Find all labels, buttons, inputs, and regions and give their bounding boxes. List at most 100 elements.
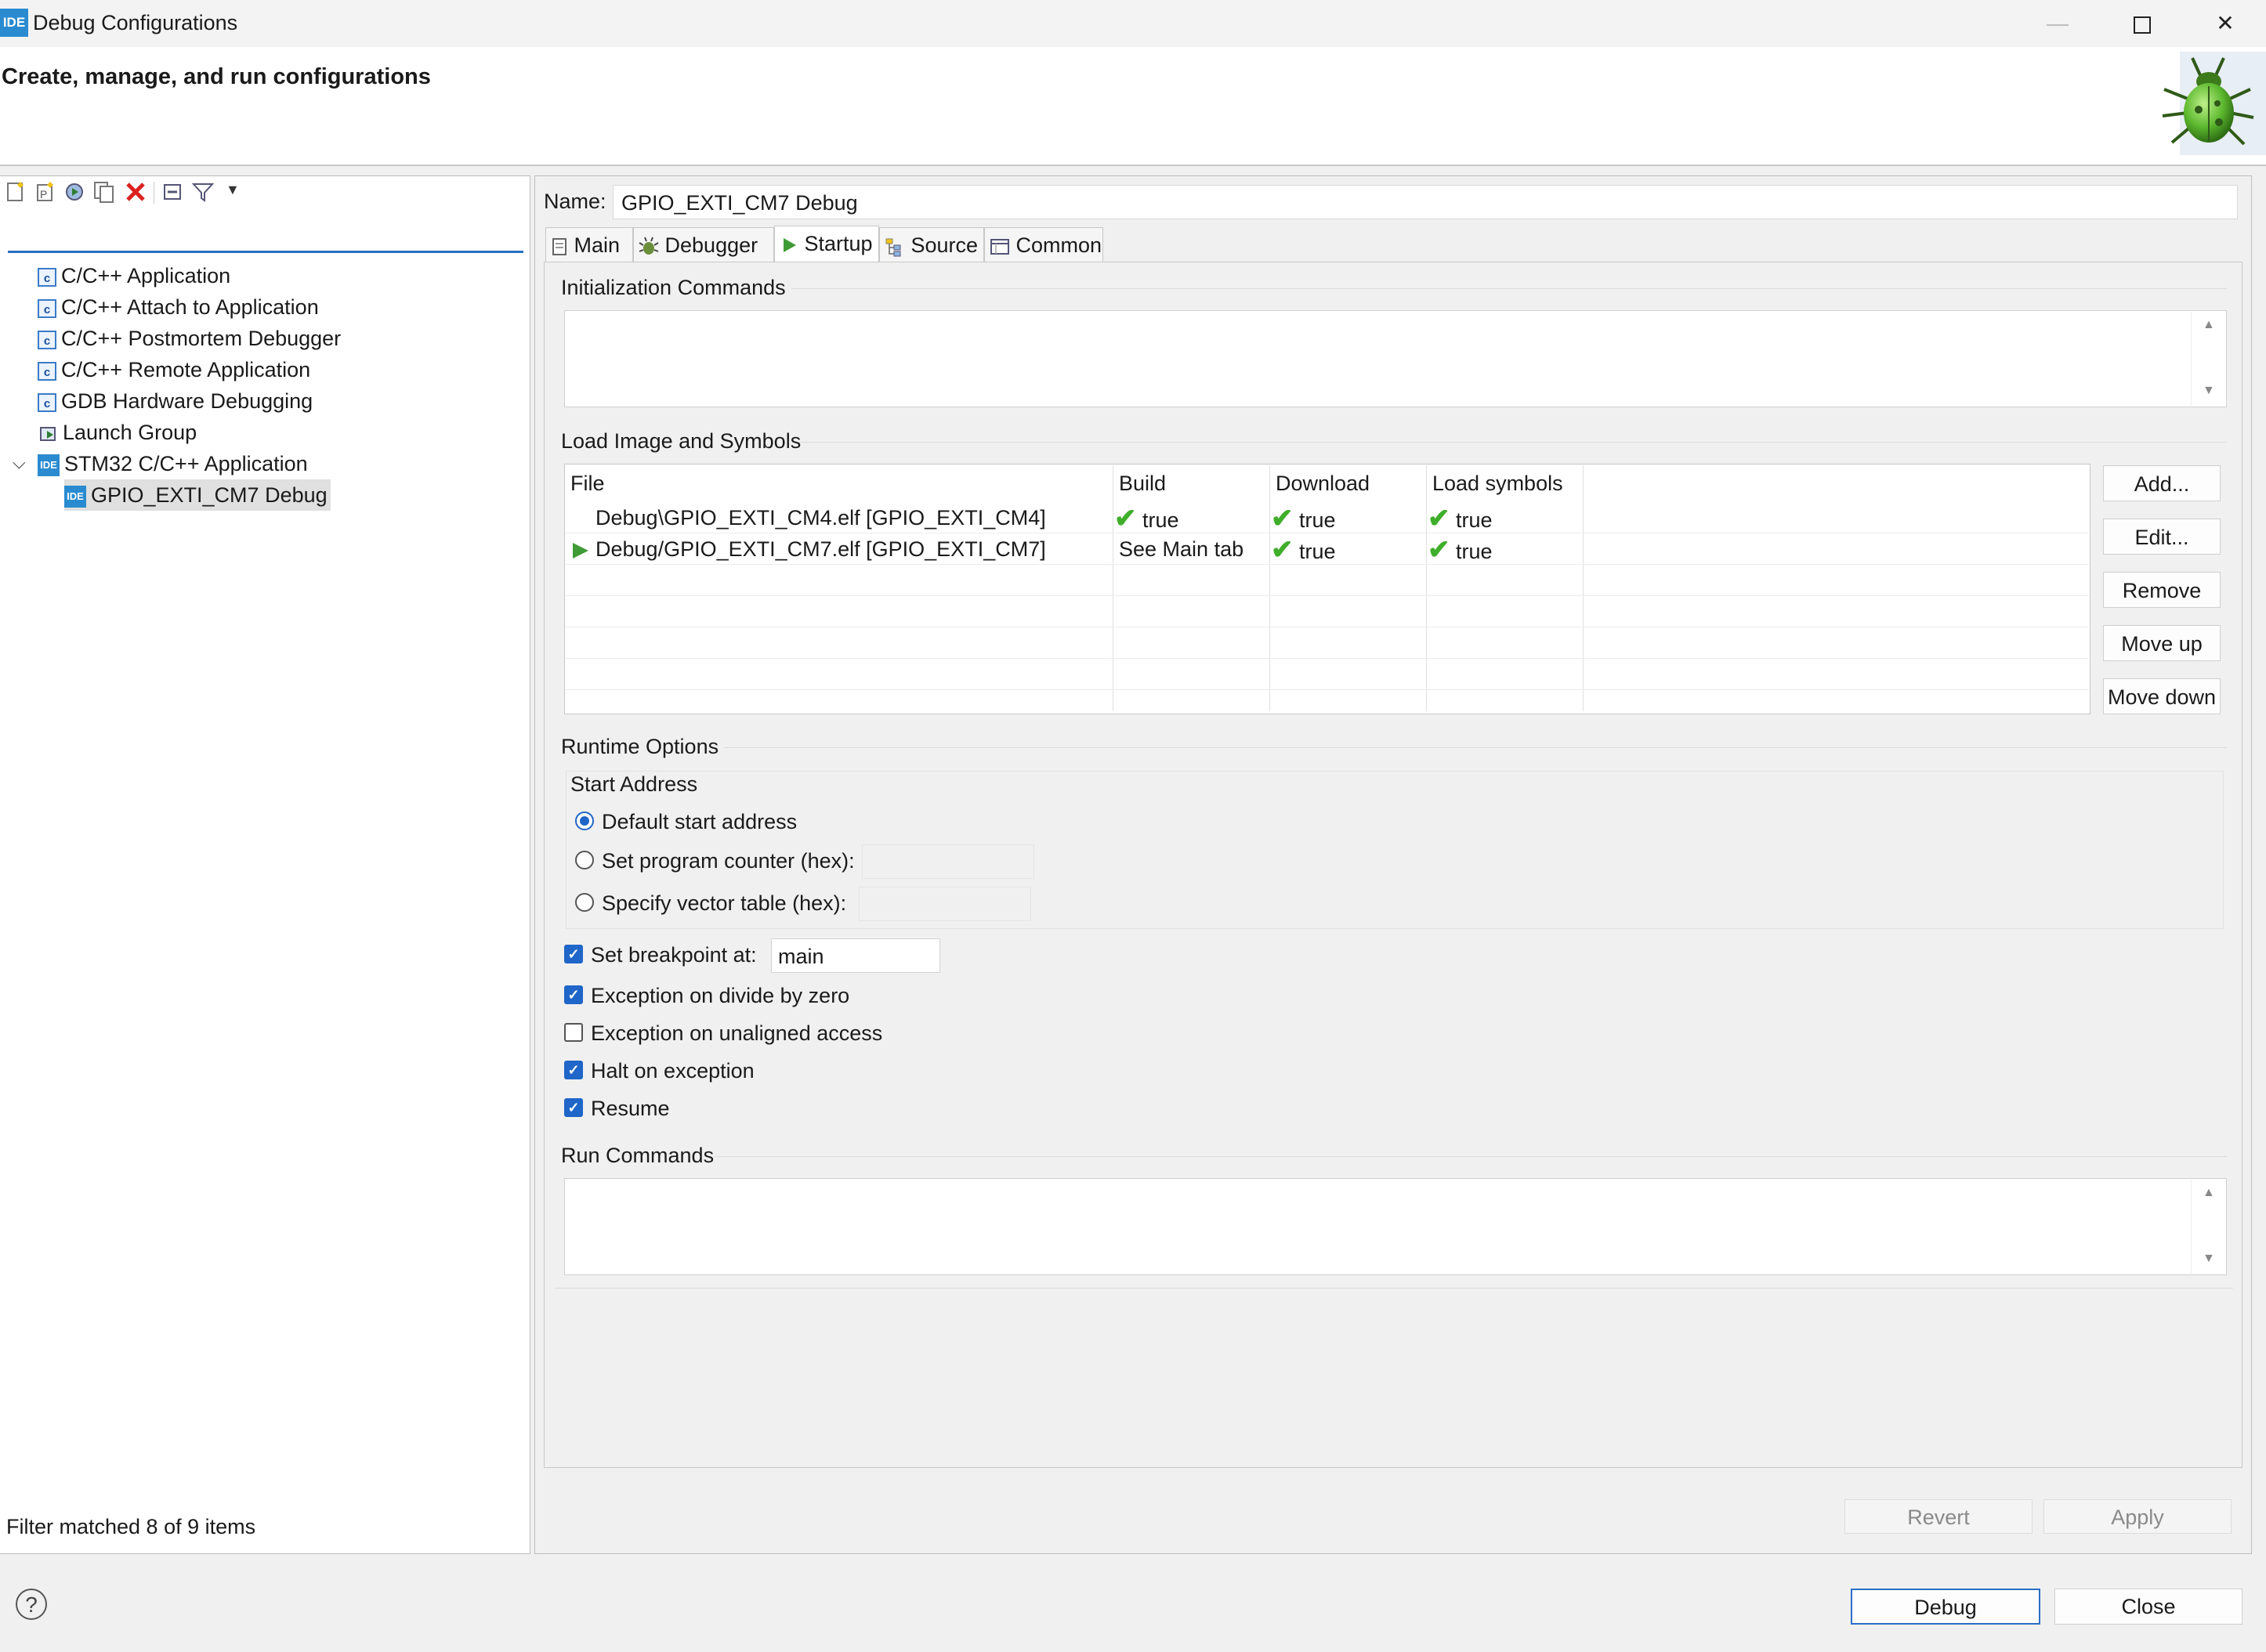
table-row-download[interactable]: ✔ true [1271, 534, 1336, 566]
help-icon[interactable]: ? [16, 1589, 47, 1620]
tab-startup[interactable]: Startup [774, 226, 879, 263]
run-commands-scrollbar[interactable]: ▲ ▼ [2191, 1180, 2226, 1274]
scroll-down-icon[interactable]: ▼ [2203, 384, 2215, 398]
debug-button[interactable]: Debug [1851, 1589, 2040, 1625]
tab-source[interactable]: Source [879, 227, 984, 262]
tree-item-c-application[interactable]: c C/C++ Application [38, 260, 230, 291]
tree-item-c-attach[interactable]: c C/C++ Attach to Application [38, 291, 319, 323]
check-icon: ✔ [1428, 504, 1450, 533]
view-menu-icon[interactable]: ▼ [226, 182, 240, 198]
maximize-button[interactable] [2103, 0, 2181, 47]
delete-icon[interactable] [124, 180, 147, 204]
revert-button[interactable]: Revert [1844, 1499, 2033, 1534]
exception-divide-label: Exception on divide by zero [591, 984, 850, 1007]
tree-item-label: Launch Group [63, 421, 197, 444]
table-row-download[interactable]: ✔ true [1271, 503, 1336, 534]
check-icon: ✔ [1428, 535, 1450, 565]
debugger-tab-icon [639, 237, 659, 255]
new-prototype-icon[interactable]: P [34, 180, 58, 204]
resume-label: Resume [591, 1097, 670, 1120]
group-divider [715, 1156, 2227, 1157]
table-row-symbols[interactable]: ✔ true [1428, 534, 1493, 566]
bug-icon [2162, 52, 2266, 155]
runtime-options-label: Runtime Options [561, 735, 719, 758]
export-icon[interactable] [63, 180, 86, 204]
init-commands-textarea[interactable] [564, 310, 2227, 407]
check-icon: ✔ [1271, 535, 1294, 565]
c-config-icon: c [38, 361, 56, 381]
table-row-build[interactable]: ✔ true [1114, 503, 1179, 534]
table-row-symbols[interactable]: ✔ true [1428, 503, 1493, 534]
table-row-file[interactable]: Debug/GPIO_EXTI_CM7.elf [GPIO_EXTI_CM7] [595, 537, 1046, 562]
group-divider [791, 288, 2227, 289]
edit-button[interactable]: Edit... [2103, 519, 2221, 555]
vector-table-radio[interactable] [575, 893, 594, 912]
group-divider [555, 1288, 2233, 1289]
tab-main[interactable]: Main [545, 227, 633, 262]
new-config-icon[interactable] [5, 180, 28, 204]
filter-input[interactable] [8, 211, 523, 253]
tree-item-label: GDB Hardware Debugging [61, 389, 313, 413]
set-program-counter-radio[interactable] [575, 851, 594, 869]
tree-item-launch-group[interactable]: Launch Group [38, 417, 197, 448]
check-icon: ✔ [1114, 504, 1137, 533]
name-field[interactable]: GPIO_EXTI_CM7 Debug [613, 185, 2238, 219]
collapse-all-icon[interactable] [161, 180, 185, 204]
resume-checkbox[interactable]: ✓ [564, 1098, 583, 1117]
c-config-icon: c [38, 267, 56, 287]
table-row-build[interactable]: See Main tab [1119, 537, 1243, 562]
breakpoint-input[interactable]: main [771, 938, 940, 973]
start-address-label: Start Address [570, 772, 698, 796]
load-image-label: Load Image and Symbols [561, 429, 802, 453]
ide-icon: IDE [64, 485, 86, 508]
tree-item-stm32-application[interactable]: IDE STM32 C/C++ Application [38, 448, 308, 479]
tab-debugger[interactable]: Debugger [633, 227, 774, 262]
default-start-address-radio[interactable] [575, 812, 594, 830]
column-header-build[interactable]: Build [1119, 472, 1166, 496]
scroll-up-icon[interactable]: ▲ [2203, 318, 2215, 332]
column-header-load-symbols[interactable]: Load symbols [1432, 472, 1563, 496]
scroll-down-icon[interactable]: ▼ [2203, 1252, 2215, 1266]
column-divider [1269, 465, 1270, 711]
tree-item-c-remote[interactable]: c C/C++ Remote Application [38, 354, 310, 385]
symbols-value: true [1456, 508, 1493, 532]
add-button[interactable]: Add... [2103, 465, 2221, 501]
tree-item-gdb-hardware[interactable]: c GDB Hardware Debugging [38, 385, 313, 417]
ide-icon: IDE [38, 454, 60, 476]
program-counter-input[interactable] [862, 844, 1034, 879]
halt-on-exception-checkbox[interactable]: ✓ [564, 1061, 583, 1079]
column-header-file[interactable]: File [570, 472, 605, 496]
exception-unaligned-checkbox[interactable] [564, 1023, 583, 1042]
move-up-button[interactable]: Move up [2103, 625, 2221, 661]
filter-icon[interactable] [191, 180, 215, 204]
table-row-file[interactable]: Debug\GPIO_EXTI_CM4.elf [GPIO_EXTI_CM4] [595, 506, 1046, 530]
tab-label: Debugger [664, 233, 758, 257]
close-button[interactable]: Close [2054, 1589, 2242, 1625]
scroll-up-icon[interactable]: ▲ [2203, 1186, 2215, 1200]
vector-table-input[interactable] [859, 887, 1031, 921]
window-title: Debug Configurations [33, 11, 238, 34]
row-divider [566, 658, 2089, 659]
close-window-button[interactable]: ✕ [2186, 0, 2264, 47]
tree-item-c-postmortem[interactable]: c C/C++ Postmortem Debugger [38, 323, 341, 354]
duplicate-icon[interactable] [92, 180, 116, 204]
svg-text:P: P [40, 188, 47, 201]
tab-common[interactable]: Common [984, 227, 1103, 262]
launch-arrow-icon [573, 543, 588, 558]
column-header-download[interactable]: Download [1276, 472, 1370, 496]
run-commands-textarea[interactable] [564, 1178, 2227, 1275]
set-breakpoint-checkbox[interactable]: ✓ [564, 945, 583, 963]
tree-item-label: C/C++ Application [61, 264, 231, 287]
remove-button[interactable]: Remove [2103, 572, 2221, 608]
chevron-down-icon[interactable]: ⌵ [13, 453, 26, 473]
minimize-button[interactable]: — [2018, 0, 2097, 47]
column-divider [1426, 465, 1427, 711]
tree-item-label: C/C++ Remote Application [61, 358, 311, 381]
exception-divide-checkbox[interactable]: ✓ [564, 985, 583, 1004]
init-commands-scrollbar[interactable]: ▲ ▼ [2191, 312, 2226, 406]
title-bar [0, 0, 2266, 47]
tab-label: Source [910, 233, 979, 257]
tree-item-gpio-exti-cm7-debug[interactable]: IDE GPIO_EXTI_CM7 Debug [64, 479, 331, 511]
move-down-button[interactable]: Move down [2103, 678, 2221, 714]
apply-button[interactable]: Apply [2043, 1499, 2232, 1534]
